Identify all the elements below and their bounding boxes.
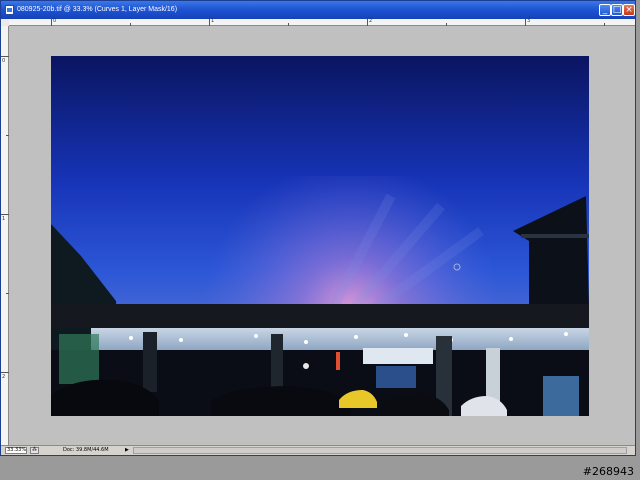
horizontal-ruler[interactable]: 0 1 2 3 bbox=[9, 18, 635, 26]
canopy-light bbox=[179, 338, 183, 342]
canopy-light bbox=[129, 336, 133, 340]
document-window: 080925-20b.tif @ 33.3% (Curves 1, Layer … bbox=[0, 0, 636, 456]
ruler-label: 1 bbox=[2, 216, 6, 222]
ruler-label: 0 bbox=[2, 58, 6, 64]
canopy-light bbox=[509, 337, 513, 341]
canopy-light bbox=[404, 333, 408, 337]
document-size-info: Doc: 39.8M/44.6M bbox=[63, 447, 109, 453]
ruler-tick bbox=[367, 19, 368, 26]
photo-canvas[interactable] bbox=[51, 56, 589, 416]
street-light bbox=[303, 363, 309, 369]
ruler-label: 2 bbox=[2, 374, 6, 380]
document-icon bbox=[5, 5, 14, 15]
ruler-tick bbox=[1, 214, 9, 215]
ruler-tick bbox=[209, 19, 210, 26]
vertical-ruler[interactable]: 0 1 2 bbox=[1, 26, 9, 445]
window-title: 080925-20b.tif @ 33.3% (Curves 1, Layer … bbox=[17, 6, 178, 13]
ruler-origin[interactable] bbox=[1, 19, 9, 26]
maximize-button[interactable]: □ bbox=[611, 4, 623, 16]
canopy-pillar bbox=[271, 334, 283, 392]
ruler-label: 0 bbox=[53, 18, 57, 24]
ruler-tick bbox=[525, 19, 526, 26]
canopy-pillar bbox=[143, 332, 157, 392]
canopy-light bbox=[354, 335, 358, 339]
canopy-light bbox=[304, 340, 308, 344]
building-ledge bbox=[521, 234, 589, 238]
fuel-pump bbox=[543, 376, 579, 416]
canopy-light bbox=[254, 334, 258, 338]
minimize-button[interactable]: _ bbox=[599, 4, 611, 16]
canopy-underside bbox=[91, 328, 589, 350]
station-sign bbox=[363, 348, 433, 364]
fuel-pump bbox=[376, 366, 416, 388]
ruler-label: 2 bbox=[369, 18, 373, 24]
ruler-label: 1 bbox=[211, 18, 215, 24]
canvas-pasteboard[interactable] bbox=[9, 26, 635, 445]
ruler-tick bbox=[1, 56, 9, 57]
storefront-light bbox=[59, 334, 99, 384]
horizon-glow bbox=[51, 176, 589, 326]
ruler-tick bbox=[51, 19, 52, 26]
zoom-level-field[interactable]: 33.33% bbox=[5, 447, 27, 454]
close-button[interactable]: × bbox=[623, 4, 635, 16]
canopy-light bbox=[564, 332, 568, 336]
title-bar[interactable]: 080925-20b.tif @ 33.3% (Curves 1, Layer … bbox=[1, 1, 635, 19]
status-scroll-field[interactable] bbox=[133, 447, 627, 454]
status-info-icon[interactable]: ⁂ bbox=[30, 447, 39, 454]
status-menu-arrow-icon[interactable]: ▶ bbox=[125, 447, 129, 454]
canopy-fascia bbox=[51, 304, 589, 328]
night-gas-station-photo bbox=[51, 176, 589, 416]
ruler-label: 3 bbox=[527, 18, 531, 24]
status-bar: 33.33% ⁂ Doc: 39.8M/44.6M ▶ bbox=[1, 445, 635, 455]
ruler-tick bbox=[1, 372, 9, 373]
image-id-watermark: #268943 bbox=[582, 465, 634, 478]
red-sign-light bbox=[336, 352, 340, 370]
